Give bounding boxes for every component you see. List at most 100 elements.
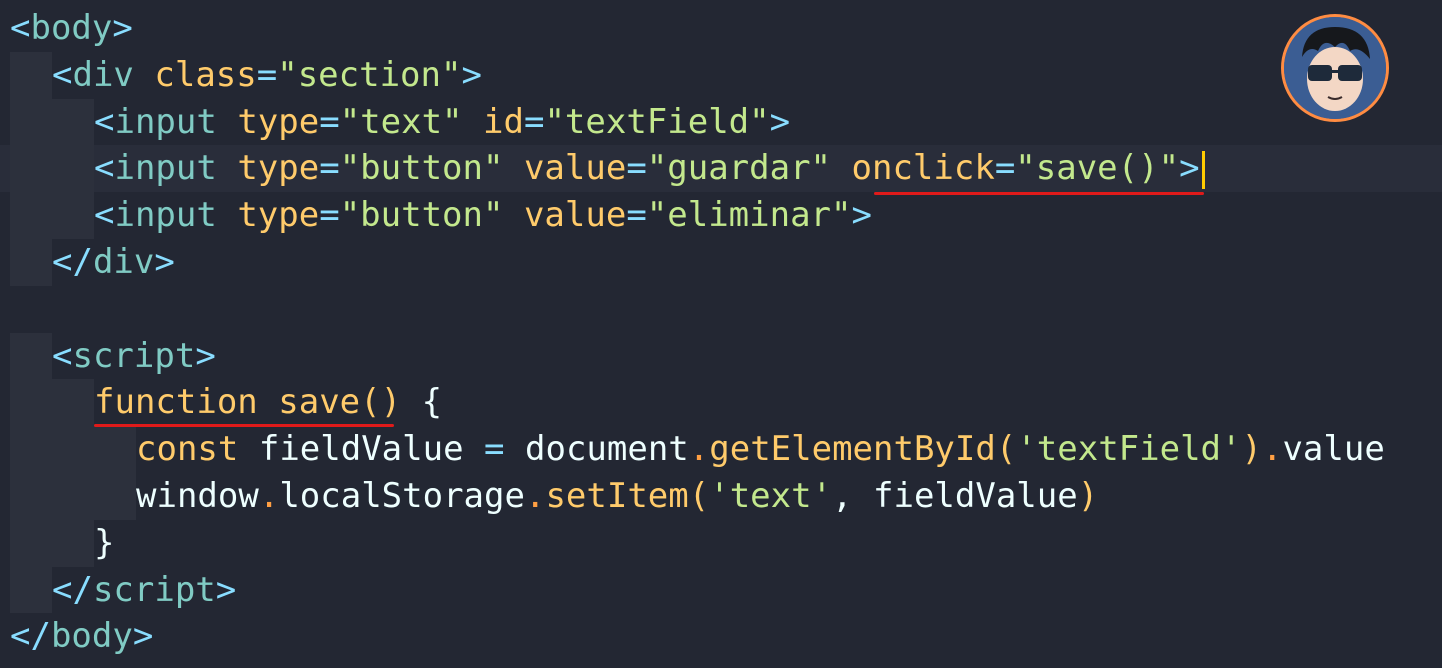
- code-text: <div class="section">: [52, 52, 482, 99]
- code-token: setItem: [545, 476, 689, 516]
- code-token: =: [626, 148, 647, 189]
- code-token: value: [523, 195, 627, 236]
- indent-guide: [10, 98, 52, 146]
- code-line[interactable]: const fieldValue = document.getElementBy…: [0, 426, 1442, 473]
- code-token: =: [626, 195, 647, 236]
- code-token: .: [1261, 429, 1283, 470]
- code-token: body: [30, 8, 113, 48]
- code-text: <input type="text" id="textField">: [94, 99, 790, 146]
- code-token: getElementById: [709, 429, 996, 470]
- indent-guide: [94, 473, 136, 520]
- code-line[interactable]: <input type="text" id="textField">: [0, 98, 1442, 146]
- code-token: (: [995, 429, 1017, 470]
- code-token: fieldValue: [873, 476, 1078, 516]
- indent-guide: [10, 145, 52, 193]
- code-line[interactable]: </script>: [0, 566, 1442, 614]
- indent-guide: [52, 98, 94, 146]
- code-token: div: [72, 54, 134, 95]
- code-token: =: [256, 54, 278, 95]
- code-token: 'text': [709, 476, 833, 516]
- code-line[interactable]: <input type="button" value="eliminar">: [0, 192, 1442, 239]
- code-token: id: [483, 101, 524, 142]
- text-cursor: [1201, 150, 1205, 189]
- indent-guide: [52, 192, 94, 239]
- code-token: type: [237, 195, 320, 236]
- code-text: <script>: [52, 333, 216, 380]
- code-token: div: [92, 242, 155, 282]
- code-token: </: [52, 242, 93, 282]
- code-token: onclick: [851, 148, 995, 189]
- code-line[interactable]: }: [0, 519, 1442, 567]
- indent-guide: [10, 519, 52, 567]
- code-token: (): [360, 382, 402, 423]
- code-text: const fieldValue = document.getElementBy…: [136, 426, 1385, 473]
- code-text: <input type="button" value="eliminar">: [94, 192, 872, 239]
- code-text: function save() {: [94, 379, 442, 426]
- code-token: body: [50, 616, 133, 657]
- indent-guide: [52, 473, 94, 520]
- indent-guide: [94, 426, 136, 473]
- code-token: ): [1241, 429, 1262, 470]
- code-token: .: [524, 476, 546, 516]
- code-token: save: [278, 382, 361, 423]
- code-token: "eliminar": [646, 195, 852, 236]
- indent-guide: [52, 145, 94, 193]
- code-line[interactable]: <script>: [0, 332, 1442, 380]
- code-token: =: [523, 101, 545, 142]
- code-token: >: [154, 242, 175, 282]
- code-token: type: [237, 148, 320, 189]
- code-token: input: [114, 195, 217, 236]
- code-line[interactable]: </body>: [0, 613, 1442, 660]
- code-token: localStorage: [279, 476, 525, 516]
- code-line[interactable]: <body>: [0, 5, 1442, 52]
- onclick-underline: [874, 192, 1204, 195]
- code-token: "text": [339, 101, 463, 142]
- indent-guide: [52, 426, 94, 473]
- code-line[interactable]: </div>: [0, 239, 1442, 286]
- code-token: <: [52, 54, 73, 95]
- code-token: value: [523, 148, 627, 189]
- code-token: value: [1282, 429, 1385, 470]
- code-token: =: [319, 148, 340, 189]
- code-token: type: [237, 101, 320, 142]
- code-token: .: [688, 429, 710, 470]
- code-token: =: [319, 101, 340, 142]
- indent-guide: [10, 332, 52, 380]
- code-editor[interactable]: <body> <div class="section"> <input type="…: [0, 0, 1442, 668]
- code-line[interactable]: function save() {: [0, 379, 1442, 427]
- code-line[interactable]: <div class="section">: [0, 51, 1442, 99]
- code-text: }: [94, 520, 114, 567]
- code-line[interactable]: window.localStorage.setItem('text', fiel…: [0, 473, 1442, 520]
- code-token: </: [52, 569, 93, 610]
- code-token: .: [258, 476, 280, 516]
- code-token: "button": [339, 195, 504, 236]
- code-line[interactable]: [0, 286, 1442, 333]
- code-token: <: [52, 335, 73, 376]
- code-text: </body>: [10, 613, 153, 660]
- code-token: {: [421, 382, 443, 423]
- code-token: (: [688, 476, 710, 516]
- code-token: const: [136, 429, 239, 470]
- indent-guide: [52, 379, 94, 427]
- code-text: <body>: [10, 5, 133, 52]
- code-token: <: [94, 195, 115, 236]
- code-token: window: [136, 476, 259, 516]
- code-line[interactable]: <input type="button" value="guardar" onc…: [0, 145, 1442, 193]
- code-token: ,: [832, 476, 873, 516]
- code-token: >: [851, 195, 872, 236]
- code-token: 'textField': [1016, 429, 1242, 470]
- code-token: =: [484, 429, 505, 470]
- code-token: =: [994, 148, 1016, 189]
- code-token: input: [114, 101, 217, 142]
- code-token: ): [1077, 476, 1099, 516]
- indent-guide: [10, 51, 52, 99]
